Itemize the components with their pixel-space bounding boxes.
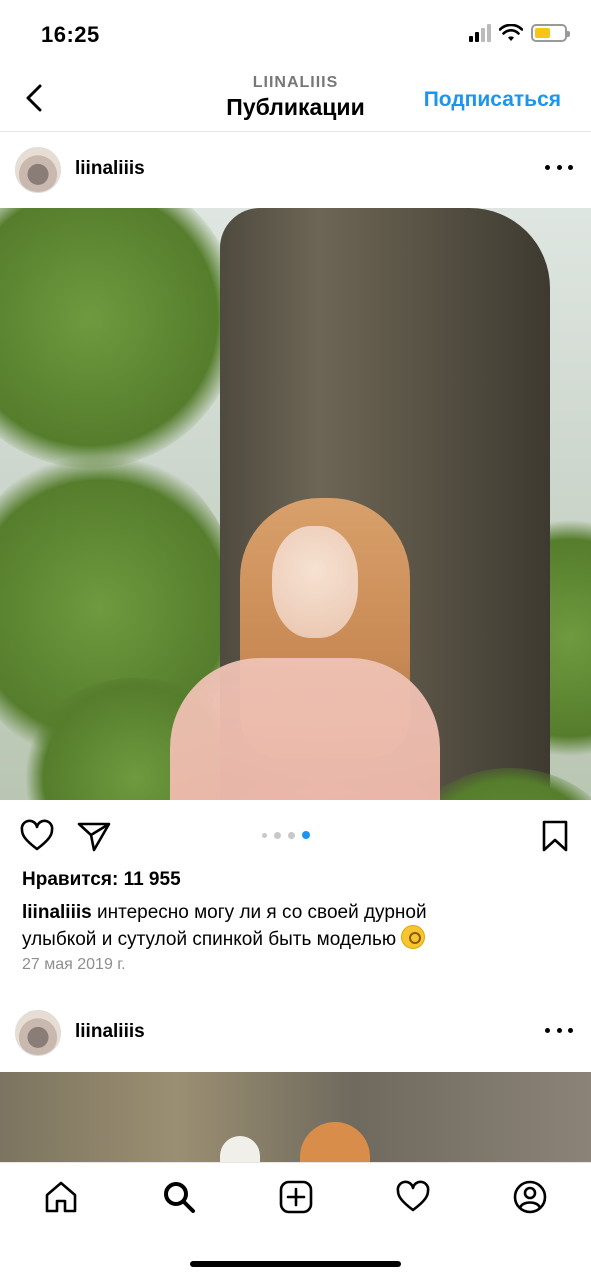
cellular-signal-icon [469, 24, 491, 42]
post-caption: liinaliiis интересно могу ли я со своей … [22, 900, 502, 952]
post-image-2[interactable] [0, 1072, 591, 1162]
post-username[interactable]: liinaliiis [75, 1021, 145, 1043]
search-icon[interactable] [161, 1179, 197, 1215]
post-username[interactable]: liinaliiis [75, 158, 145, 180]
post-header-2: liinaliiis [0, 995, 591, 1071]
post-actions [0, 810, 591, 860]
carousel-dot [302, 831, 310, 839]
bookmark-icon[interactable] [537, 818, 573, 854]
carousel-dot [262, 832, 267, 838]
status-bar: 16:25 [0, 0, 591, 66]
avatar[interactable] [15, 147, 61, 193]
battery-level [535, 28, 551, 38]
add-post-icon[interactable] [278, 1179, 314, 1215]
follow-button[interactable]: Подписаться [424, 88, 561, 112]
home-icon[interactable] [43, 1179, 79, 1215]
avatar[interactable] [15, 1010, 61, 1056]
caption-username[interactable]: liinaliiis [22, 902, 92, 923]
nav-header: LIINALIIIS Публикации Подписаться [0, 66, 591, 132]
carousel-dot [274, 831, 281, 839]
activity-heart-icon[interactable] [395, 1179, 431, 1215]
face-with-monocle-emoji [401, 925, 426, 949]
chevron-left-icon[interactable] [20, 80, 52, 116]
carousel-indicator [262, 831, 310, 839]
profile-icon[interactable] [512, 1179, 548, 1215]
status-time: 16:25 [41, 22, 100, 47]
battery-icon [531, 24, 570, 42]
post-date: 27 мая 2019 г. [22, 956, 126, 973]
more-options-icon[interactable] [545, 157, 573, 177]
more-options-icon[interactable] [545, 1020, 573, 1040]
post-image[interactable] [0, 208, 591, 800]
likes-count[interactable]: Нравится: 11 955 [22, 869, 181, 891]
status-icons [469, 24, 570, 42]
post-header: liinaliiis [0, 132, 591, 208]
carousel-dot [288, 831, 295, 839]
heart-icon[interactable] [19, 818, 55, 854]
wifi-icon [499, 24, 523, 41]
home-indicator [190, 1261, 401, 1267]
send-icon[interactable] [76, 818, 112, 854]
